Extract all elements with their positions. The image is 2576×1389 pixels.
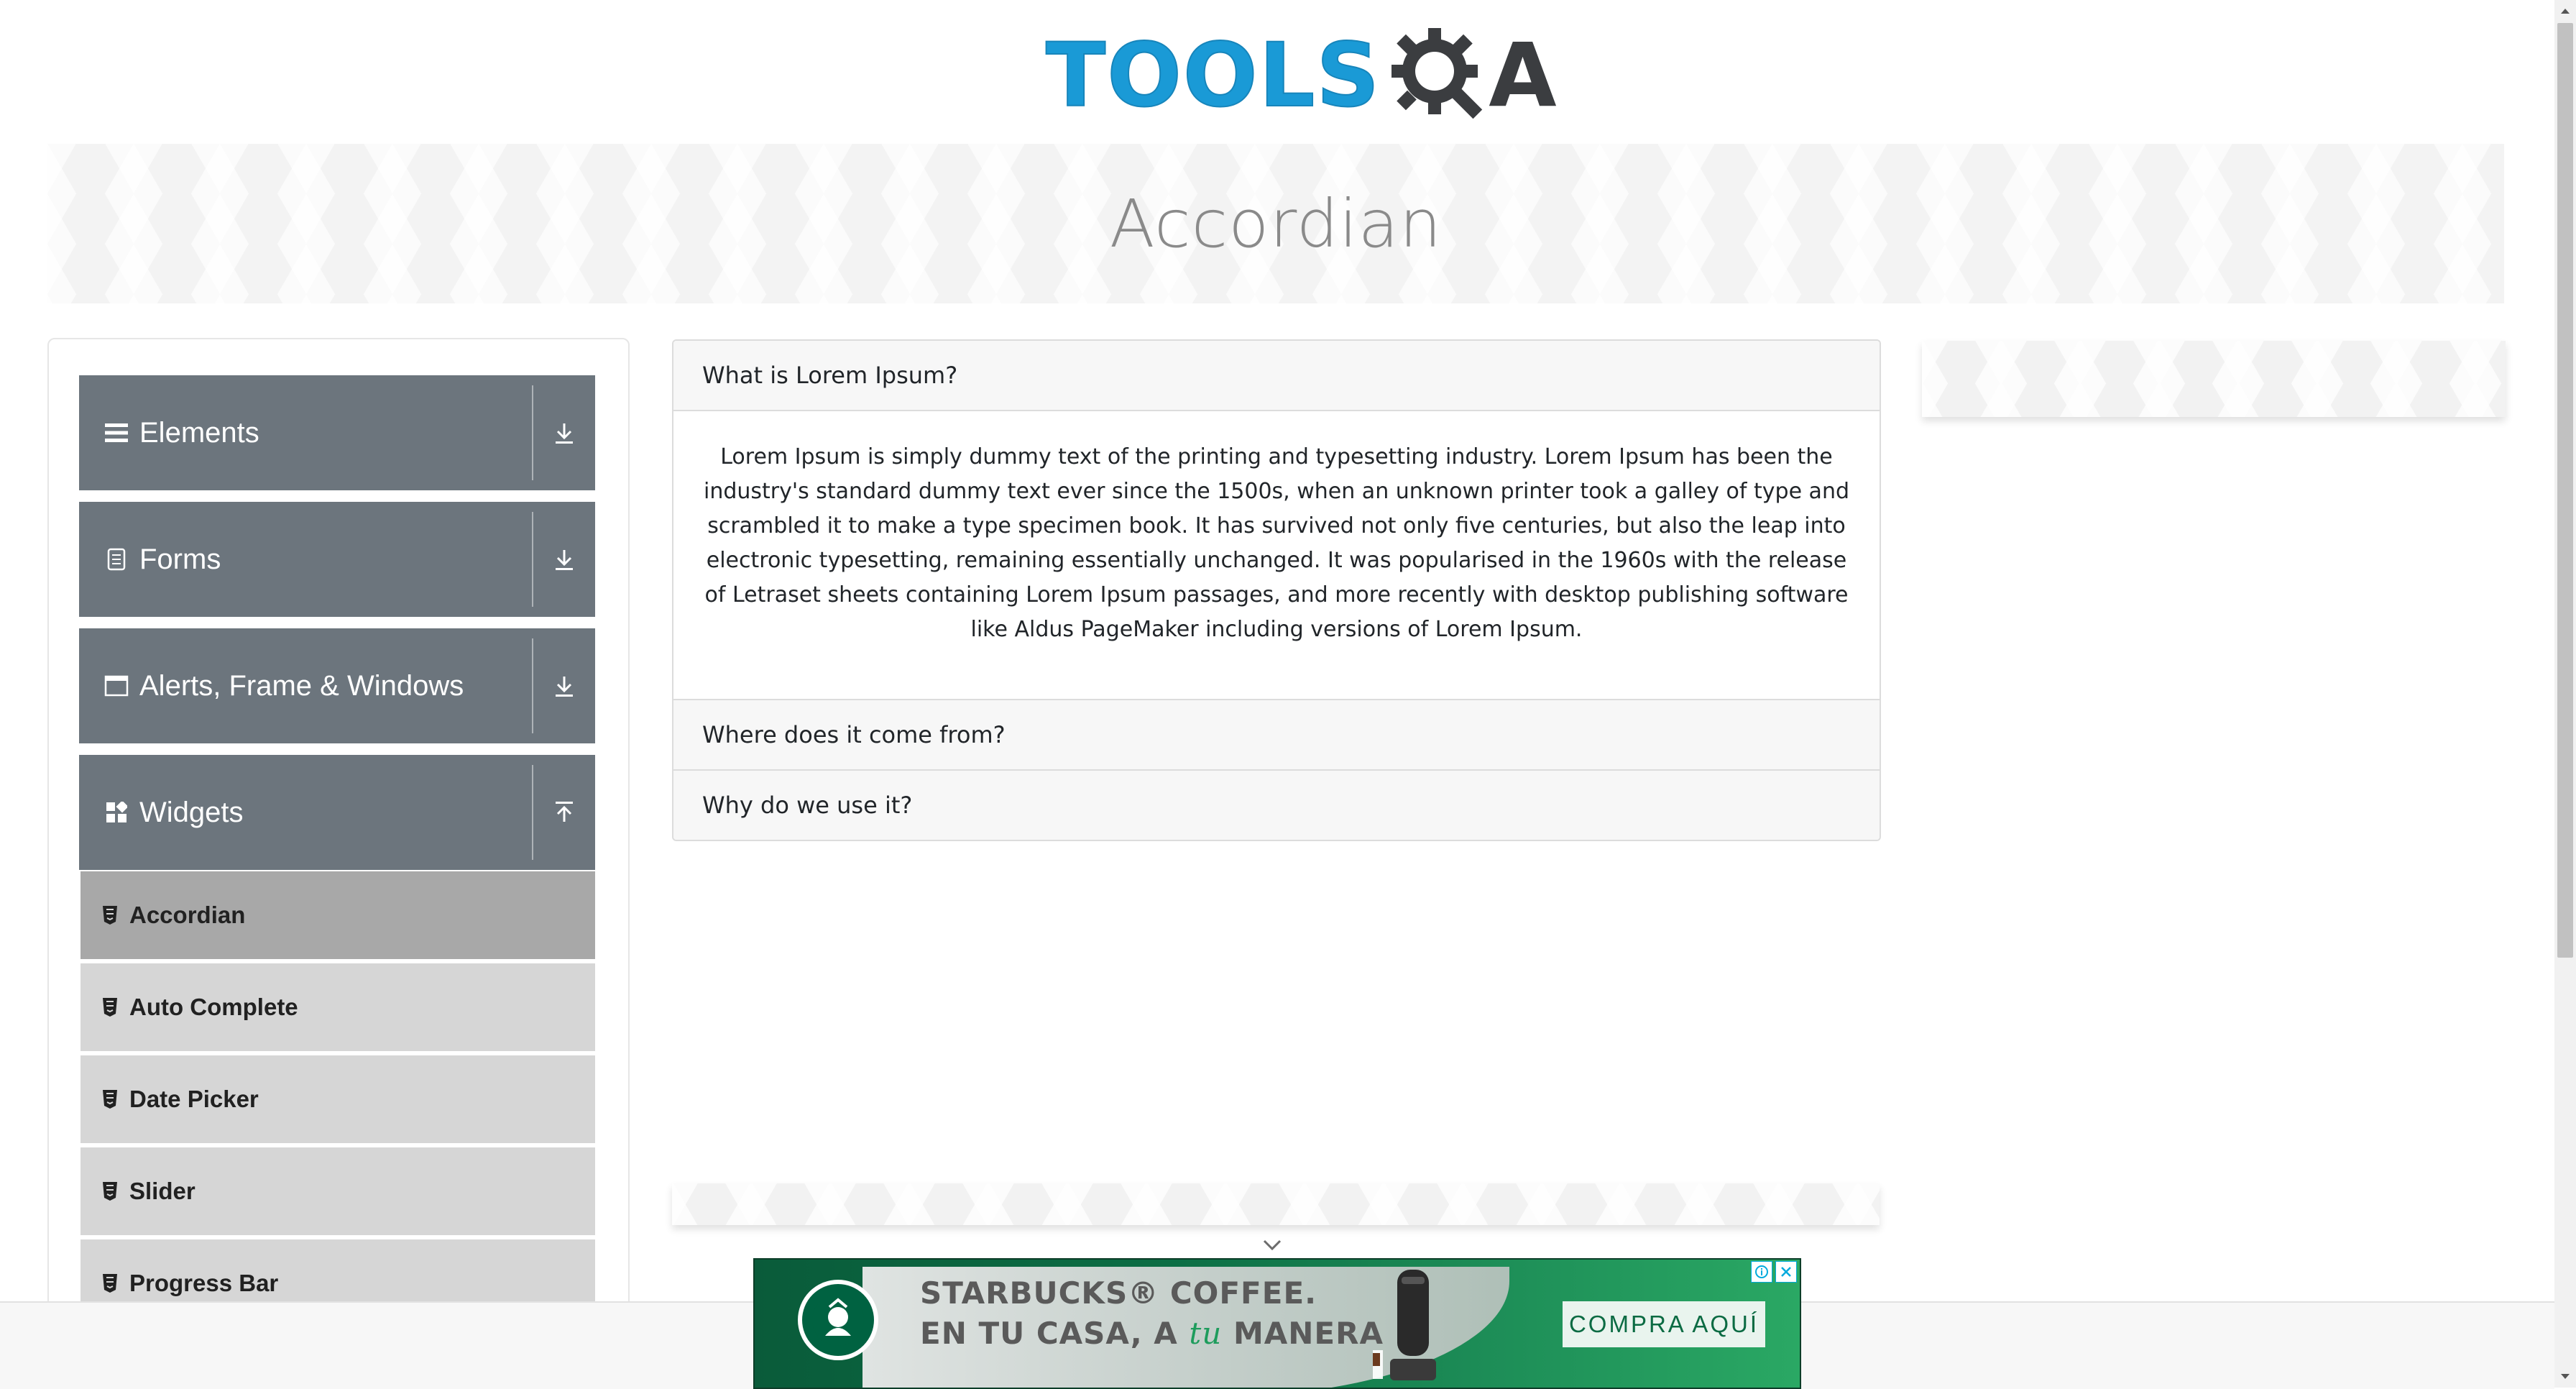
ad-line2-suffix: MANERA (1222, 1316, 1384, 1351)
sidebar-group-label: Widgets (139, 796, 244, 828)
logo-tools-text: TOOLS (1045, 24, 1381, 127)
coffee-machine-icon (1373, 1270, 1436, 1380)
toolsqa-logo[interactable]: TOOLS A (1045, 22, 1557, 129)
right-ad-placeholder (1922, 341, 2506, 417)
sidebar-item-label: Accordian (129, 902, 246, 928)
sidebar-item-label: Slider (129, 1178, 196, 1204)
ad-headline-line1: STARBUCKS® COFFEE. (920, 1275, 1317, 1311)
sidebar-item-label: Date Picker (129, 1086, 259, 1112)
ad-headline-line2: EN TU CASA, A tu MANERA (920, 1316, 1384, 1351)
accordion-header-what-is-lorem-ipsum[interactable]: What is Lorem Ipsum? (673, 341, 1880, 411)
sidebar-item-label: Auto Complete (129, 994, 298, 1020)
sidebar-item-accordian[interactable]: Accordian (80, 871, 595, 959)
download-arrow-icon[interactable] (533, 502, 595, 617)
accordion-content-text: Lorem Ipsum is simply dummy text of the … (703, 444, 1849, 642)
html5-icon (102, 904, 121, 926)
sidebar-item-date-picker[interactable]: Date Picker (80, 1055, 595, 1143)
logo-a-text: A (1489, 24, 1557, 127)
left-sidebar: Elements Forms Alerts, Frame & Windows W… (47, 338, 630, 1347)
page-title: Accordian (1109, 185, 1443, 262)
accordion-content: Lorem Ipsum is simply dummy text of the … (673, 411, 1880, 700)
accordion-header-where-does-it-come-from[interactable]: Where does it come from? (673, 700, 1880, 771)
bottom-ad-placeholder (672, 1183, 1880, 1225)
sidebar-item-label: Progress Bar (129, 1270, 279, 1296)
html5-icon (102, 996, 121, 1018)
accordion-header-label: Why do we use it? (702, 792, 913, 819)
window-icon (104, 673, 129, 699)
starbucks-banner-ad[interactable]: STARBUCKS® COFFEE. EN TU CASA, A tu MANE… (753, 1258, 1801, 1389)
sidebar-group-elements[interactable]: Elements (79, 375, 595, 490)
html5-icon (102, 1181, 121, 1202)
upload-arrow-icon[interactable] (533, 755, 595, 870)
ad-close-icon[interactable] (1775, 1261, 1797, 1283)
page-title-banner: Accordian (47, 144, 2504, 303)
download-arrow-icon[interactable] (533, 628, 595, 743)
sidebar-item-auto-complete[interactable]: Auto Complete (80, 963, 595, 1051)
ad-line2-italic: tu (1189, 1316, 1223, 1351)
accordion-header-label: Where does it come from? (702, 721, 1006, 748)
sidebar-group-label: Forms (139, 543, 221, 575)
html5-icon (102, 1088, 121, 1110)
sidebar-group-forms[interactable]: Forms (79, 502, 595, 617)
menu-icon (104, 420, 129, 446)
ad-controls (1751, 1261, 1797, 1283)
chevron-down-icon[interactable] (1262, 1238, 1282, 1252)
sidebar-item-slider[interactable]: Slider (80, 1147, 595, 1235)
sidebar-group-label: Elements (139, 416, 259, 449)
ad-line2-prefix: EN TU CASA, A (920, 1316, 1190, 1351)
accordion: What is Lorem Ipsum? Lorem Ipsum is simp… (672, 339, 1881, 841)
accordion-header-why-do-we-use-it[interactable]: Why do we use it? (673, 771, 1880, 840)
document-icon (104, 546, 129, 572)
sidebar-group-widgets[interactable]: Widgets (79, 755, 595, 870)
sidebar-group-alerts-frame-windows[interactable]: Alerts, Frame & Windows (79, 628, 595, 743)
accordion-header-label: What is Lorem Ipsum? (702, 362, 958, 389)
starbucks-logo-icon (798, 1280, 878, 1360)
page-scrollbar[interactable] (2554, 0, 2576, 1388)
html5-icon (102, 1273, 121, 1294)
download-arrow-icon[interactable] (533, 375, 595, 490)
ad-cta-button[interactable]: COMPRA AQUÍ (1563, 1301, 1765, 1347)
ad-info-icon[interactable] (1751, 1261, 1772, 1283)
scrollbar-thumb[interactable] (2557, 23, 2573, 958)
scroll-down-arrow-icon[interactable] (2554, 1366, 2576, 1388)
sidebar-group-label: Alerts, Frame & Windows (139, 669, 464, 702)
scroll-up-arrow-icon[interactable] (2554, 0, 2576, 22)
grid-icon (104, 799, 129, 825)
gear-magnifier-icon (1392, 28, 1483, 119)
